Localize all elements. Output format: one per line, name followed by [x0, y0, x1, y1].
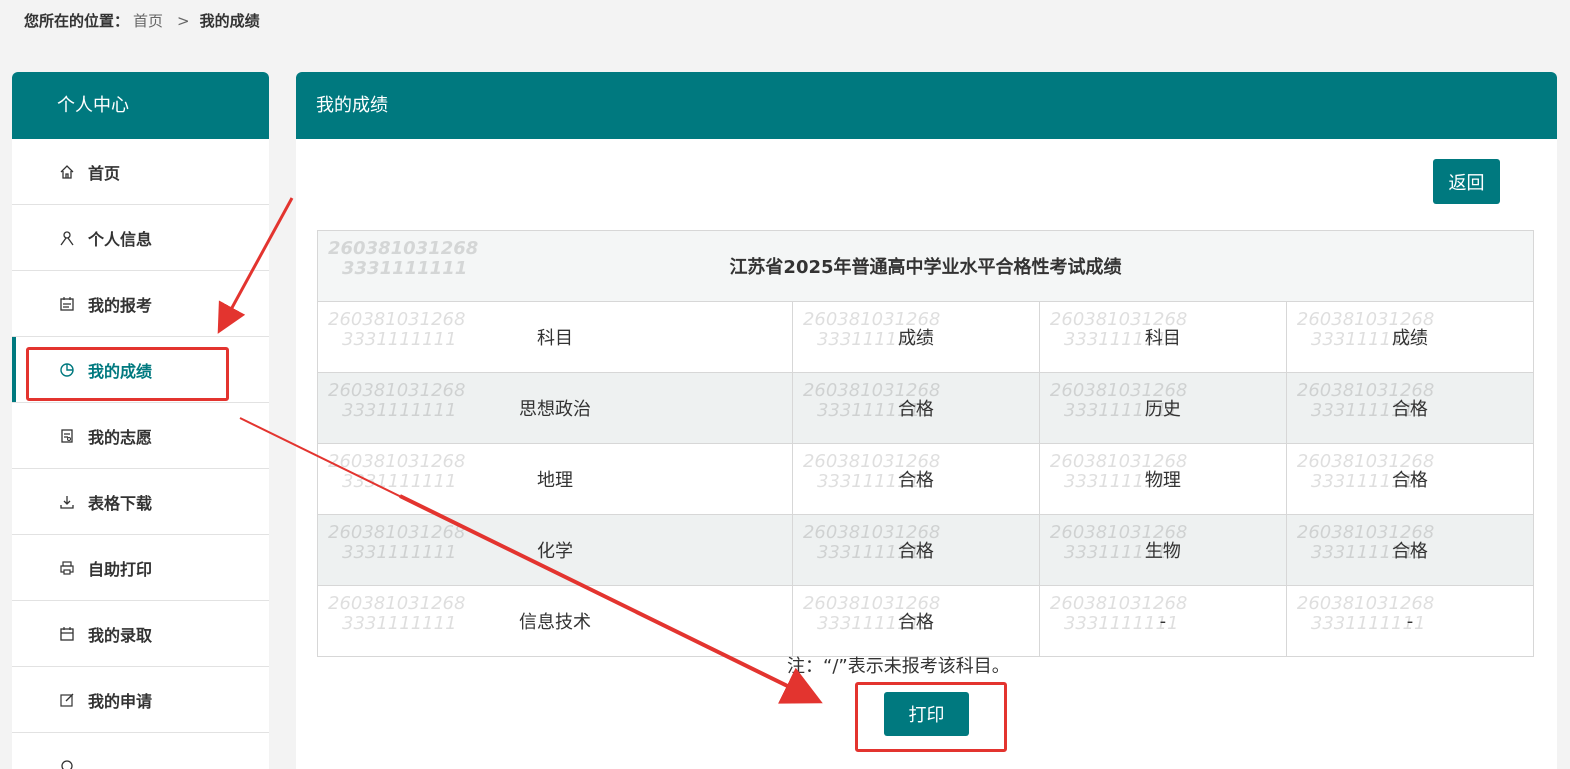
breadcrumb-label: 您所在的位置： — [24, 12, 130, 30]
breadcrumb-separator: > — [177, 12, 190, 30]
sidebar-item-label: 我的申请 — [88, 691, 153, 711]
breadcrumb: 您所在的位置： 首页 > 我的成绩 — [24, 10, 260, 31]
table-cell: -260381031268 3331111111 — [1038, 585, 1287, 657]
table-cell: 合格 260381031268 3331111111 — [791, 443, 1040, 515]
sidebar-item-my-wishes[interactable]: 我的志愿 — [12, 403, 269, 469]
sidebar-item-label: 我的报考 — [88, 295, 153, 315]
breadcrumb-home-link[interactable]: 首页 — [133, 12, 163, 30]
table-row: 化学 260381031268 3331111111 合格 260381031268 3… — [317, 514, 1535, 586]
watermark: 260381031268 3331111111 — [1049, 593, 1188, 634]
table-header-cell: 成绩 260381031268 3331111111 — [1285, 301, 1535, 373]
breadcrumb-current: 我的成绩 — [199, 12, 260, 30]
table-cell: 合格 260381031268 3331111111 — [1285, 514, 1535, 586]
edit-icon — [58, 691, 76, 709]
sidebar-title: 个人中心 — [12, 72, 269, 139]
back-button[interactable]: 返回 — [1433, 159, 1500, 204]
table-header-cell: 科目 260381031268 3331111111 — [1038, 301, 1287, 373]
download-icon — [58, 493, 76, 511]
table-cell: 历史 260381031268 3331111111 — [1038, 372, 1287, 444]
table-cell: 合格 260381031268 3331111111 — [791, 372, 1040, 444]
table-row: 思想政治 260381031268 3331111111 合格 26038103126… — [317, 372, 1535, 444]
sidebar-item-label: 首页 — [88, 163, 121, 183]
table-cell: 合格 260381031268 3331111111 — [791, 514, 1040, 586]
table-cell: 生物 260381031268 3331111111 — [1038, 514, 1287, 586]
table-header-row: 科目 260381031268 3331111111 成绩 260381031268 3… — [317, 301, 1535, 373]
home-icon — [58, 163, 76, 181]
sidebar-item-label: 我的志愿 — [88, 427, 153, 447]
watermark: 260381031268 3331111111 — [328, 309, 466, 350]
document-icon — [58, 427, 76, 445]
pie-chart-icon — [58, 361, 76, 379]
table-cell: -260381031268 3331111111 — [1285, 585, 1535, 657]
sidebar-item-label: 自助打印 — [88, 559, 153, 579]
sidebar-item-my-admission[interactable]: 我的录取 — [12, 601, 269, 667]
table-cell: 合格 260381031268 3331111111 — [1285, 372, 1535, 444]
printer-icon — [58, 559, 76, 577]
sidebar-item-label: 我的成绩 — [88, 361, 153, 381]
watermark: 260381031268 3331111111 — [328, 238, 479, 279]
calendar-icon — [58, 625, 76, 643]
sidebar-item-my-scores[interactable]: 我的成绩 — [12, 337, 269, 403]
sidebar-item-partial[interactable] — [12, 733, 269, 769]
note-text: 注：“/”表示未报考该科目。 — [787, 656, 1010, 677]
table-header-cell: 成绩 260381031268 3331111111 — [791, 301, 1040, 373]
table-row: 地理 260381031268 3331111111 合格 260381031268 3… — [317, 443, 1535, 515]
table-header-cell: 科目 260381031268 3331111111 — [317, 301, 793, 373]
table-title: 江苏省2025年普通高中学业水平合格性考试成绩 260381031268 33311… — [317, 230, 1534, 302]
sidebar-item-form-download[interactable]: 表格下载 — [12, 469, 269, 535]
table-cell: 信息技术 260381031268 3331111111 — [317, 585, 793, 657]
content-panel: 我的成绩 返回 江苏省2025年普通高中学业水平合格性考试成绩 260381031… — [296, 72, 1557, 769]
sidebar-item-label: 我的录取 — [88, 625, 153, 645]
table-row: 信息技术 260381031268 3331111111 合格 26038103126… — [317, 585, 1535, 657]
circle-icon — [58, 757, 76, 769]
sidebar: 个人中心 首页 个人信息 我的报考 我的成绩 我的志愿 表格下载 自助打印 我的… — [12, 72, 269, 769]
sidebar-item-my-registration[interactable]: 我的报考 — [12, 271, 269, 337]
sidebar-item-label: 个人信息 — [88, 229, 153, 249]
score-table: 江苏省2025年普通高中学业水平合格性考试成绩 260381031268 33311… — [317, 230, 1535, 657]
sidebar-item-label: 表格下载 — [88, 493, 153, 513]
print-button[interactable]: 打印 — [884, 692, 969, 736]
watermark: 260381031268 3331111111 — [328, 380, 466, 421]
table-title-row: 江苏省2025年普通高中学业水平合格性考试成绩 260381031268 33311… — [317, 230, 1534, 302]
sidebar-item-personal-info[interactable]: 个人信息 — [12, 205, 269, 271]
person-icon — [58, 229, 76, 247]
panel-title: 我的成绩 — [296, 72, 1557, 139]
table-cell: 思想政治 260381031268 3331111111 — [317, 372, 793, 444]
watermark: 260381031268 3331111111 — [328, 593, 466, 634]
table-cell: 合格 260381031268 3331111111 — [791, 585, 1040, 657]
table-cell: 合格 260381031268 3331111111 — [1285, 443, 1535, 515]
sidebar-item-home[interactable]: 首页 — [12, 139, 269, 205]
watermark: 260381031268 3331111111 — [1296, 593, 1435, 634]
watermark: 260381031268 3331111111 — [328, 451, 466, 492]
table-cell: 地理 260381031268 3331111111 — [317, 443, 793, 515]
table-cell: 化学 260381031268 3331111111 — [317, 514, 793, 586]
calendar-icon — [58, 295, 76, 313]
sidebar-item-my-application[interactable]: 我的申请 — [12, 667, 269, 733]
table-cell: 物理 260381031268 3331111111 — [1038, 443, 1287, 515]
sidebar-item-self-print[interactable]: 自助打印 — [12, 535, 269, 601]
watermark: 260381031268 3331111111 — [328, 522, 466, 563]
